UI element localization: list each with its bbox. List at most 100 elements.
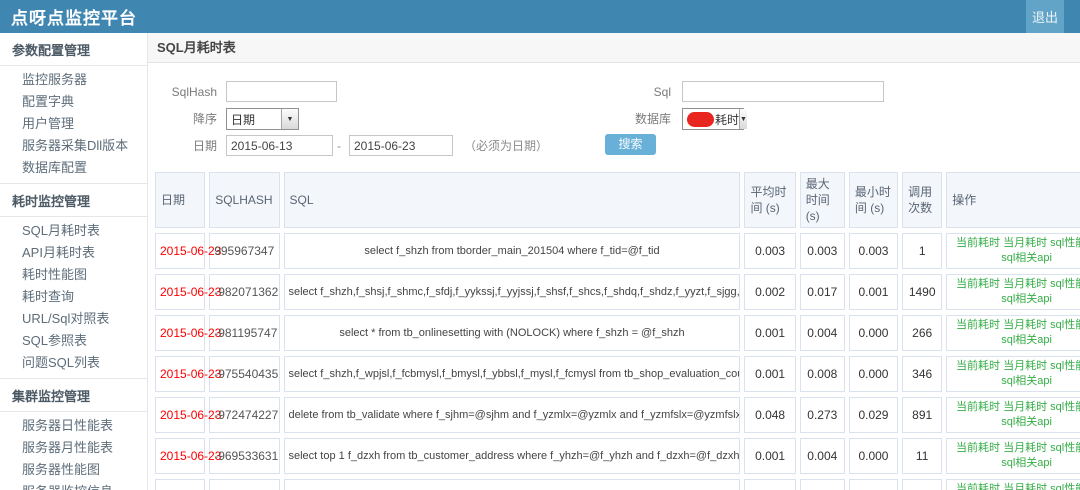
table-row: 2015-06-23 995967347 select f_shzh from … <box>155 233 1080 269</box>
link-current-time[interactable]: 当前耗时 <box>956 401 1000 413</box>
cell-date: 2015-06-23 <box>155 438 221 474</box>
link-month-time[interactable]: 当月耗时 <box>1003 360 1047 372</box>
link-sql-performance-chart[interactable]: sql性能图 <box>1050 360 1080 372</box>
cell-min-time: 0.000 <box>848 315 899 351</box>
link-sql-related-api[interactable]: sql相关api <box>1001 252 1052 264</box>
logout-button[interactable]: 退出 <box>1026 0 1064 33</box>
link-sql-related-api[interactable]: sql相关api <box>1001 375 1052 387</box>
cell-max-time: 0.004 <box>799 315 845 351</box>
cell-sql: select top 1 f_dzxh from tb_customer_add… <box>283 438 741 474</box>
cell-sql: select f_shzh,f_shsj,f_shmc,f_sfdj,f_yyk… <box>283 274 741 310</box>
link-current-time[interactable]: 当前耗时 <box>956 278 1000 290</box>
link-sql-related-api[interactable]: sql相关api <box>1001 416 1052 428</box>
results-table: 日期 SQLHASH SQL 平均时间 (s) 最大时间 (s) 最小时间 (s… <box>151 167 1080 490</box>
cell-sqlhash: -982071362 <box>209 274 280 310</box>
cell-sql: delete from tb_validate where f_sjhm=@sj… <box>283 397 741 433</box>
cell-call-count: 346 <box>902 356 943 392</box>
col-header-max-time: 最大时间 (s) <box>799 172 845 228</box>
sidebar-item-server-daily-performance[interactable]: 服务器日性能表 <box>0 415 147 437</box>
sidebar-section-cluster-monitor: 集群监控管理 服务器日性能表 服务器月性能表 服务器性能图 服务器监控信息 <box>0 378 147 490</box>
search-button[interactable]: 搜索 <box>605 134 656 155</box>
link-current-time[interactable]: 当前耗时 <box>956 360 1000 372</box>
cell-min-time: 0.002 <box>848 479 899 490</box>
main-panel: SQL月耗时表 SqlHash Sql 降序 日期 ▼ 数据库 耗时 ▼ 日期 <box>148 33 1080 490</box>
cell-max-time: 0.004 <box>799 438 845 474</box>
table-row: 2015-06-23 -975540435 select f_shzh,f_wp… <box>155 356 1080 392</box>
date-from-input[interactable] <box>226 135 333 156</box>
link-sql-performance-chart[interactable]: sql性能图 <box>1050 237 1080 249</box>
cell-actions: 当前耗时 当月耗时 sql性能图 sql相关api <box>946 397 1080 433</box>
sidebar-item-server-dll-version[interactable]: 服务器采集Dll版本 <box>0 135 147 157</box>
sidebar-item-sql-reference[interactable]: SQL参照表 <box>0 330 147 352</box>
col-header-call-count: 调用次数 <box>902 172 943 228</box>
database-select[interactable]: 耗时 ▼ <box>682 108 747 130</box>
link-sql-related-api[interactable]: sql相关api <box>1001 334 1052 346</box>
col-header-min-time: 最小时间 (s) <box>848 172 899 228</box>
sidebar-item-server-monthly-performance[interactable]: 服务器月性能表 <box>0 437 147 459</box>
sql-input[interactable] <box>682 81 884 102</box>
date-to-input[interactable] <box>349 135 453 156</box>
results-table-wrap: 日期 SQLHASH SQL 平均时间 (s) 最大时间 (s) 最小时间 (s… <box>148 167 1080 490</box>
chevron-down-icon[interactable]: ▼ <box>281 109 298 129</box>
cell-sqlhash: 995967347 <box>209 233 280 269</box>
table-row: 2015-06-23 -981195747 select * from tb_o… <box>155 315 1080 351</box>
link-current-time[interactable]: 当前耗时 <box>956 237 1000 249</box>
link-sql-performance-chart[interactable]: sql性能图 <box>1050 401 1080 413</box>
link-sql-performance-chart[interactable]: sql性能图 <box>1050 442 1080 454</box>
cell-sql: select f_shzh from tborder_main_201504 w… <box>283 233 741 269</box>
link-month-time[interactable]: 当月耗时 <box>1003 319 1047 331</box>
link-current-time[interactable]: 当前耗时 <box>956 483 1000 490</box>
link-sql-related-api[interactable]: sql相关api <box>1001 293 1052 305</box>
sqlhash-input[interactable] <box>226 81 337 102</box>
cell-max-time: 0.003 <box>799 233 845 269</box>
cell-sqlhash: -975540435 <box>209 356 280 392</box>
cell-avg-time: 0.001 <box>744 438 796 474</box>
cell-max-time: 0.010 <box>799 479 845 490</box>
sidebar-item-user-management[interactable]: 用户管理 <box>0 113 147 135</box>
main-layout: 参数配置管理 监控服务器 配置字典 用户管理 服务器采集Dll版本 数据库配置 … <box>0 33 1080 490</box>
section-title-time-monitor: 耗时监控管理 <box>0 183 147 217</box>
cell-min-time: 0.000 <box>848 356 899 392</box>
cell-call-count: 266 <box>902 315 943 351</box>
sidebar-item-time-performance-chart[interactable]: 耗时性能图 <box>0 264 147 286</box>
cell-call-count: 83 <box>902 479 943 490</box>
sidebar-item-config-dict[interactable]: 配置字典 <box>0 91 147 113</box>
col-header-avg-time: 平均时间 (s) <box>744 172 796 228</box>
cell-date: 2015-06-23 <box>155 233 221 269</box>
table-row: 2015-06-23 -972474227 delete from tb_val… <box>155 397 1080 433</box>
link-current-time[interactable]: 当前耗时 <box>956 319 1000 331</box>
sidebar-item-server-performance-chart[interactable]: 服务器性能图 <box>0 459 147 481</box>
section-title-config: 参数配置管理 <box>0 33 147 66</box>
link-sql-performance-chart[interactable]: sql性能图 <box>1050 278 1080 290</box>
link-sql-performance-chart[interactable]: sql性能图 <box>1050 319 1080 331</box>
sidebar-item-monitor-servers[interactable]: 监控服务器 <box>0 69 147 91</box>
cell-date: 2015-06-23 <box>155 274 221 310</box>
app-title: 点呀点监控平台 <box>11 9 137 28</box>
link-month-time[interactable]: 当月耗时 <box>1003 483 1047 490</box>
link-month-time[interactable]: 当月耗时 <box>1003 442 1047 454</box>
link-current-time[interactable]: 当前耗时 <box>956 442 1000 454</box>
cell-avg-time: 0.002 <box>744 274 796 310</box>
sidebar-item-server-monitor-info[interactable]: 服务器监控信息 <box>0 481 147 490</box>
cell-avg-time: 0.048 <box>744 397 796 433</box>
database-value: 耗时 <box>715 112 740 127</box>
sidebar-item-sql-monthly-time[interactable]: SQL月耗时表 <box>0 220 147 242</box>
link-month-time[interactable]: 当月耗时 <box>1003 237 1047 249</box>
cell-sqlhash: -972474227 <box>209 397 280 433</box>
sidebar-item-time-query[interactable]: 耗时查询 <box>0 286 147 308</box>
sidebar-item-database-config[interactable]: 数据库配置 <box>0 157 147 179</box>
link-sql-performance-chart[interactable]: sql性能图 <box>1050 483 1080 490</box>
cell-actions: 当前耗时 当月耗时 sql性能图 sql相关api <box>946 438 1080 474</box>
sidebar-item-problem-sql-list[interactable]: 问题SQL列表 <box>0 352 147 374</box>
table-row: 2015-06-23 -982071362 select f_shzh,f_sh… <box>155 274 1080 310</box>
sidebar-item-api-monthly-time[interactable]: API月耗时表 <box>0 242 147 264</box>
link-month-time[interactable]: 当月耗时 <box>1003 401 1047 413</box>
cell-call-count: 1490 <box>902 274 943 310</box>
sort-order-select[interactable]: 日期 ▼ <box>226 108 299 130</box>
cell-avg-time: 0.001 <box>744 315 796 351</box>
link-sql-related-api[interactable]: sql相关api <box>1001 457 1052 469</box>
query-form: SqlHash Sql 降序 日期 ▼ 数据库 耗时 ▼ 日期 - （必 <box>148 63 1080 167</box>
link-month-time[interactable]: 当月耗时 <box>1003 278 1047 290</box>
sidebar-item-url-sql-mapping[interactable]: URL/Sql对照表 <box>0 308 147 330</box>
chevron-down-icon[interactable]: ▼ <box>739 109 747 129</box>
